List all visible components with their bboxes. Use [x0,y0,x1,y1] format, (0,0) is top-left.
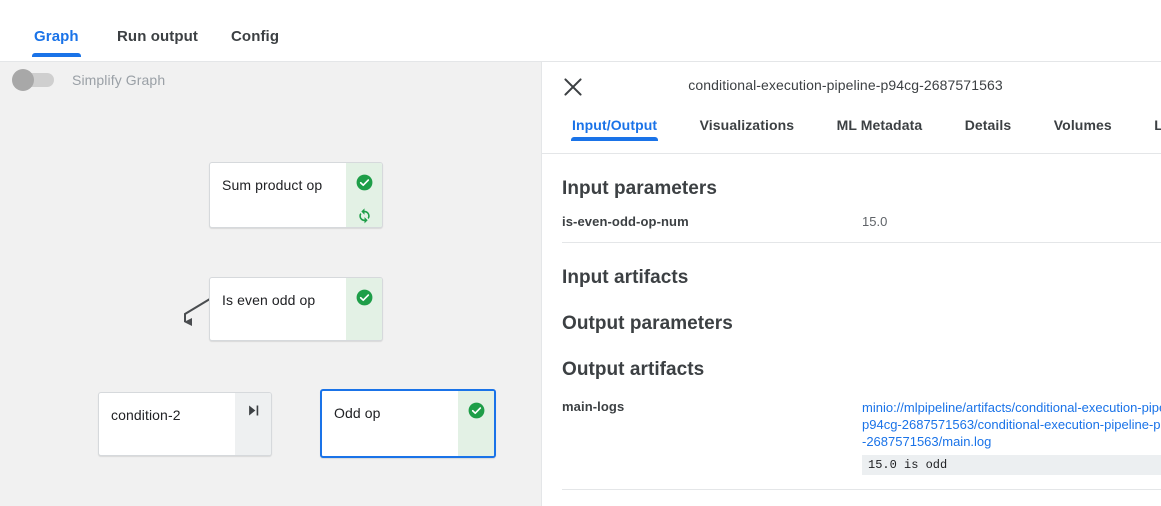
skip-next-icon [248,405,258,416]
graph-node-label: Sum product op [222,177,323,193]
panel-tab-label: Visualizations [699,117,795,133]
run-tab-bar: Graph Run output Config [0,0,1161,62]
panel-tab-label: Lo [1154,117,1161,133]
graph-node-status-strip [458,391,494,456]
section-title-output-artifacts: Output artifacts [562,359,705,380]
pipeline-run-page: Graph Run output Config Simplify Graph S… [0,0,1161,506]
tab-config-label: Config [231,28,280,45]
input-parameter-value: 15.0 [862,214,888,229]
node-details-panel: conditional-execution-pipeline-p94cg-268… [541,62,1161,506]
graph-node-status-strip [346,278,382,340]
graph-node-label: Odd op [334,405,381,421]
output-artifact-uri-link[interactable]: minio://mlpipeline/artifacts/conditional… [862,399,1161,450]
panel-tab-label: Volumes [1053,117,1112,133]
section-title-input-parameters: Input parameters [562,178,717,199]
section-title-input-artifacts: Input artifacts [562,267,689,288]
cached-refresh-icon [358,208,370,224]
output-artifact-preview: 15.0 is odd [862,455,1161,475]
graph-node-odd-op[interactable]: Odd op [320,389,496,458]
graph-node-label: condition-2 [111,407,181,423]
panel-tab-ml-metadata[interactable]: ML Metadata [837,116,923,133]
output-artifact-content: minio://mlpipeline/artifacts/conditional… [862,399,1161,475]
output-artifact-row: main-logs minio://mlpipeline/artifacts/c… [562,381,1161,475]
panel-tab-label: Input/Output [572,117,658,133]
graph-canvas[interactable]: Simplify Graph Sum product op Is even od… [0,62,541,506]
panel-title: conditional-execution-pipeline-p94cg-268… [688,77,1003,93]
tab-run-output-label: Run output [117,28,198,45]
tab-graph-label: Graph [34,28,79,45]
panel-tab-input-output[interactable]: Input/Output [571,116,659,141]
panel-header: conditional-execution-pipeline-p94cg-268… [542,62,1161,116]
panel-tab-volumes[interactable]: Volumes [1054,116,1112,133]
input-parameter-key: is-even-odd-op-num [562,214,689,229]
input-parameter-row: is-even-odd-op-num 15.0 [562,200,1161,229]
panel-tab-label: Details [964,117,1012,133]
tab-active-underline [571,137,659,141]
panel-tab-logs[interactable]: Lo [1154,116,1161,133]
panel-tab-bar: Input/Output Visualizations ML Metadata … [542,116,1161,154]
tab-graph[interactable]: Graph [32,28,81,57]
graph-node-is-even-odd-op[interactable]: Is even odd op [209,277,383,341]
tab-active-underline [32,53,81,57]
tab-config[interactable]: Config [231,28,279,45]
panel-tab-details[interactable]: Details [965,116,1012,133]
row-divider [562,489,1161,490]
check-circle-icon [468,402,484,419]
check-circle-icon [356,289,372,306]
check-circle-icon [356,174,372,191]
panel-body: Input parameters is-even-odd-op-num 15.0… [542,154,1161,490]
panel-tab-label: ML Metadata [836,117,923,133]
graph-node-status-strip [346,163,382,227]
graph-node-sum-product-op[interactable]: Sum product op [209,162,383,228]
graph-node-condition-2[interactable]: condition-2 [98,392,272,456]
graph-node-status-strip [235,393,271,455]
panel-tab-visualizations[interactable]: Visualizations [700,116,795,133]
graph-node-label: Is even odd op [222,292,316,308]
section-title-output-parameters: Output parameters [562,313,733,334]
tab-run-output[interactable]: Run output [117,28,198,45]
output-artifact-key: main-logs [562,399,625,414]
